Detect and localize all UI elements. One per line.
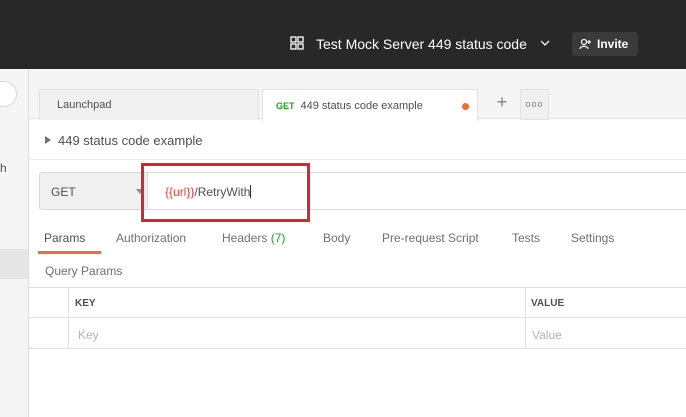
request-tabs: Params Authorization Headers (7) Body Pr… (29, 222, 686, 254)
sidebar-search-input[interactable] (0, 81, 17, 107)
invite-button[interactable]: Invite (572, 32, 638, 56)
tab-tests[interactable]: Tests (512, 231, 540, 245)
tab-authorization[interactable]: Authorization (116, 231, 186, 245)
tab-pre-request-script[interactable]: Pre-request Script (382, 231, 479, 245)
method-select[interactable]: GET (39, 172, 147, 210)
request-name[interactable]: 449 status code example (58, 133, 203, 148)
column-header-key: KEY (75, 298, 96, 309)
column-divider (68, 288, 69, 348)
headers-count-badge: (7) (270, 231, 286, 245)
tab-headers-label: Headers (222, 231, 268, 245)
highlight-annotation (141, 163, 310, 222)
key-input[interactable]: Key (78, 328, 99, 342)
tab-method-badge: GET (276, 100, 295, 111)
column-header-value: VALUE (531, 298, 565, 309)
tab-launchpad[interactable]: Launchpad (39, 89, 259, 120)
value-input[interactable]: Value (532, 328, 562, 342)
method-label: GET (51, 185, 76, 199)
workspace-grid-icon[interactable] (290, 36, 304, 50)
invite-label: Invite (597, 37, 629, 51)
tab-headers[interactable]: Headers (7) (222, 231, 285, 245)
tab-settings[interactable]: Settings (571, 231, 614, 245)
chevron-down-icon[interactable] (540, 38, 550, 48)
table-header (29, 288, 686, 318)
active-tab-indicator (38, 251, 101, 254)
tab-strip: Launchpad GET 449 status code example + … (29, 69, 686, 121)
tab-label: 449 status code example (300, 99, 423, 112)
tab-body[interactable]: Body (323, 231, 350, 245)
query-params-title: Query Params (45, 264, 123, 278)
tab-request[interactable]: GET 449 status code example (262, 89, 478, 121)
sidebar-selected-item[interactable] (0, 249, 28, 279)
workspace-title[interactable]: Test Mock Server 449 status code (316, 36, 527, 52)
caret-right-icon[interactable] (45, 136, 51, 144)
unsaved-indicator-icon (462, 103, 469, 110)
sidebar-partial-label[interactable]: h (0, 161, 7, 175)
new-tab-button[interactable]: + (491, 92, 513, 114)
add-user-icon (579, 38, 591, 50)
request-name-row: 449 status code example (29, 120, 686, 160)
tab-label: Launchpad (57, 99, 112, 111)
app-header: Test Mock Server 449 status code Invite (0, 0, 686, 69)
more-tabs-button[interactable]: ooo (520, 89, 549, 120)
sidebar: h (0, 69, 29, 417)
tab-params[interactable]: Params (44, 231, 85, 245)
column-divider (525, 288, 526, 348)
query-params-table: KEY VALUE Key Value (29, 287, 686, 349)
